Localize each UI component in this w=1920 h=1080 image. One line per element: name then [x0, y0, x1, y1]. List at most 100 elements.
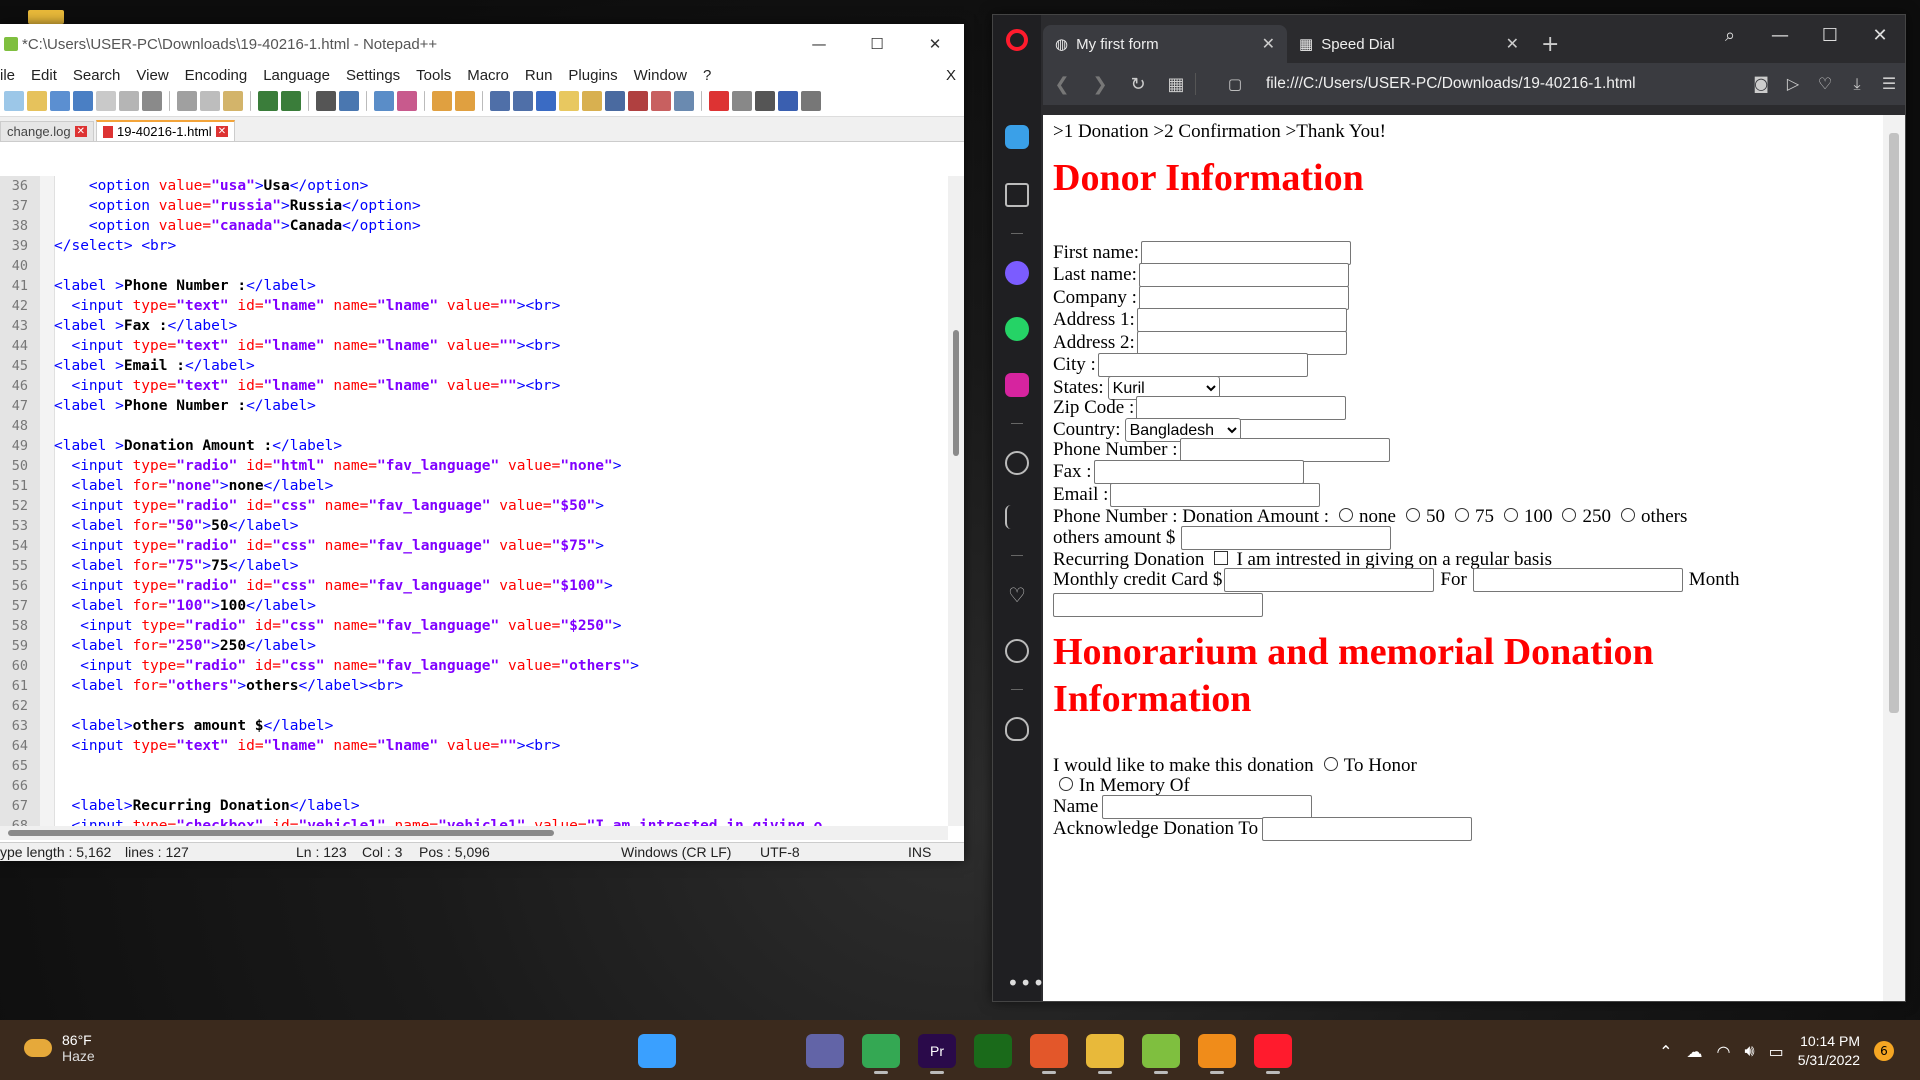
doc-list-icon[interactable] [651, 91, 671, 111]
code-line[interactable]: 42 <input type="text" id="lname" name="l… [0, 296, 948, 316]
save-all-icon[interactable] [73, 91, 93, 111]
name-input[interactable] [1102, 795, 1313, 819]
code-line[interactable]: 37 <option value="russia">Russia</option… [0, 196, 948, 216]
radio-in-memory[interactable] [1059, 777, 1073, 791]
code-line[interactable]: 57 <label for="100">100</label> [0, 596, 948, 616]
code-line[interactable]: 49 <label >Donation Amount :</label> [0, 436, 948, 456]
opera-icon[interactable] [1254, 1034, 1292, 1074]
chrome-icon[interactable] [862, 1034, 900, 1074]
for-input[interactable] [1472, 568, 1683, 592]
history-icon[interactable] [1005, 639, 1029, 663]
code-line[interactable]: 60 <input type="radio" id="css" name="fa… [0, 656, 948, 676]
tab-my-first-form[interactable]: ◍ My first form ✕ [1043, 25, 1287, 63]
scroll-thumb[interactable] [1889, 133, 1899, 713]
url-field[interactable]: file:///C:/Users/USER-PC/Downloads/19-40… [1266, 75, 1636, 93]
back-icon[interactable]: ❮ [1043, 74, 1081, 95]
cut-icon[interactable] [177, 91, 197, 111]
xampp-icon[interactable] [1198, 1034, 1236, 1074]
replace-icon[interactable] [339, 91, 359, 111]
radio-to-honor[interactable] [1323, 757, 1338, 771]
code-line[interactable]: 58 <input type="radio" id="css" name="fa… [0, 616, 948, 636]
chevron-up-icon[interactable]: ⌃ [1659, 1042, 1672, 1061]
udl-icon[interactable] [559, 91, 579, 111]
address2-input[interactable] [1136, 331, 1347, 355]
menu-file[interactable]: ile [0, 67, 15, 84]
tab-19-40216-1-html[interactable]: 19-40216-1.html ✕ [96, 120, 236, 141]
code-line[interactable]: 55 <label for="75">75</label> [0, 556, 948, 576]
code-line[interactable]: 38 <option value="canada">Canada</option… [0, 216, 948, 236]
windows-start-icon[interactable] [638, 1034, 676, 1068]
company-input[interactable] [1138, 286, 1349, 310]
print-icon[interactable] [142, 91, 162, 111]
weather-widget[interactable]: 86°F Haze [24, 1032, 95, 1064]
last-name-input[interactable] [1138, 263, 1349, 287]
scroll-thumb[interactable] [953, 330, 959, 456]
teams-chat-icon[interactable] [806, 1034, 844, 1068]
menu-macro[interactable]: Macro [467, 67, 509, 84]
code-line[interactable]: 44 <input type="text" id="lname" name="l… [0, 336, 948, 356]
code-line[interactable]: 61 <label for="others">others</label><br… [0, 676, 948, 696]
others-amount-input[interactable] [1181, 526, 1392, 550]
close-document-button[interactable]: X [946, 67, 956, 84]
code-line[interactable]: 66 [0, 776, 948, 796]
function-list-icon[interactable] [605, 91, 625, 111]
more-icon[interactable]: ••• [1007, 971, 1045, 995]
play-macro-icon[interactable] [755, 91, 775, 111]
close-icon[interactable]: ✕ [215, 126, 229, 137]
sync-vertical-icon[interactable] [432, 91, 452, 111]
open-file-icon[interactable] [27, 91, 47, 111]
page-scrollbar[interactable] [1883, 115, 1905, 1001]
player-icon[interactable] [1005, 451, 1029, 475]
menu-plugins[interactable]: Plugins [568, 67, 617, 84]
horizontal-scrollbar[interactable] [0, 826, 948, 840]
find-icon[interactable] [316, 91, 336, 111]
lightbulb-icon[interactable] [1005, 717, 1029, 741]
code-line[interactable]: 67 <label>Recurring Donation</label> [0, 796, 948, 816]
send-icon[interactable] [1005, 505, 1029, 529]
minimize-icon[interactable]: — [1755, 25, 1805, 46]
phone-input[interactable] [1179, 438, 1390, 462]
code-line[interactable]: 43 <label >Fax :</label> [0, 316, 948, 336]
code-line[interactable]: 45 <label >Email :</label> [0, 356, 948, 376]
battery-icon[interactable]: ▭ [1769, 1042, 1784, 1061]
code-line[interactable]: 56 <input type="radio" id="css" name="fa… [0, 576, 948, 596]
instagram-icon[interactable] [1005, 373, 1029, 397]
address1-input[interactable] [1136, 308, 1347, 332]
code-line[interactable]: 40 [0, 256, 948, 276]
file-explorer-icon[interactable] [1086, 1034, 1124, 1074]
first-name-input[interactable] [1141, 241, 1352, 265]
close-icon[interactable]: ✕ [1262, 34, 1275, 54]
radio-50[interactable] [1405, 508, 1420, 522]
code-line[interactable]: 46 <input type="text" id="lname" name="l… [0, 376, 948, 396]
send-icon[interactable]: ▷ [1777, 74, 1809, 94]
radio-none[interactable] [1339, 508, 1354, 522]
recurring-checkbox[interactable] [1214, 551, 1229, 565]
desktop-folder-icon[interactable] [28, 10, 64, 24]
monthly-amount-input[interactable] [1224, 568, 1435, 592]
record-macro-icon[interactable] [709, 91, 729, 111]
snapshot-icon[interactable]: ◙ [1745, 74, 1777, 94]
run-macro-multiple-icon[interactable] [778, 91, 798, 111]
speed-dial-star-icon[interactable] [1005, 183, 1029, 207]
paste-icon[interactable] [223, 91, 243, 111]
zip-input[interactable] [1136, 396, 1347, 420]
vertical-scrollbar[interactable] [948, 176, 964, 826]
code-line[interactable]: 65 [0, 756, 948, 776]
notepadpp-icon[interactable] [1142, 1034, 1180, 1074]
code-line[interactable]: 52 <input type="radio" id="css" name="fa… [0, 496, 948, 516]
radio-others[interactable] [1620, 508, 1635, 522]
code-line[interactable]: 53 <label for="50">50</label> [0, 516, 948, 536]
copy-icon[interactable] [200, 91, 220, 111]
notification-badge[interactable]: 6 [1874, 1041, 1894, 1061]
close-file-icon[interactable] [96, 91, 116, 111]
home-icon[interactable] [1005, 125, 1029, 149]
zoom-in-icon[interactable] [374, 91, 394, 111]
zoom-out-icon[interactable] [397, 91, 417, 111]
radio-100[interactable] [1503, 508, 1518, 522]
maximize-icon[interactable]: ☐ [1805, 25, 1855, 46]
code-line[interactable]: 41 <label >Phone Number :</label> [0, 276, 948, 296]
office-icon[interactable] [1030, 1034, 1068, 1074]
month-input[interactable] [1053, 593, 1263, 617]
code-line[interactable]: 47 <label >Phone Number :</label> [0, 396, 948, 416]
task-view-icon[interactable] [750, 1034, 788, 1068]
